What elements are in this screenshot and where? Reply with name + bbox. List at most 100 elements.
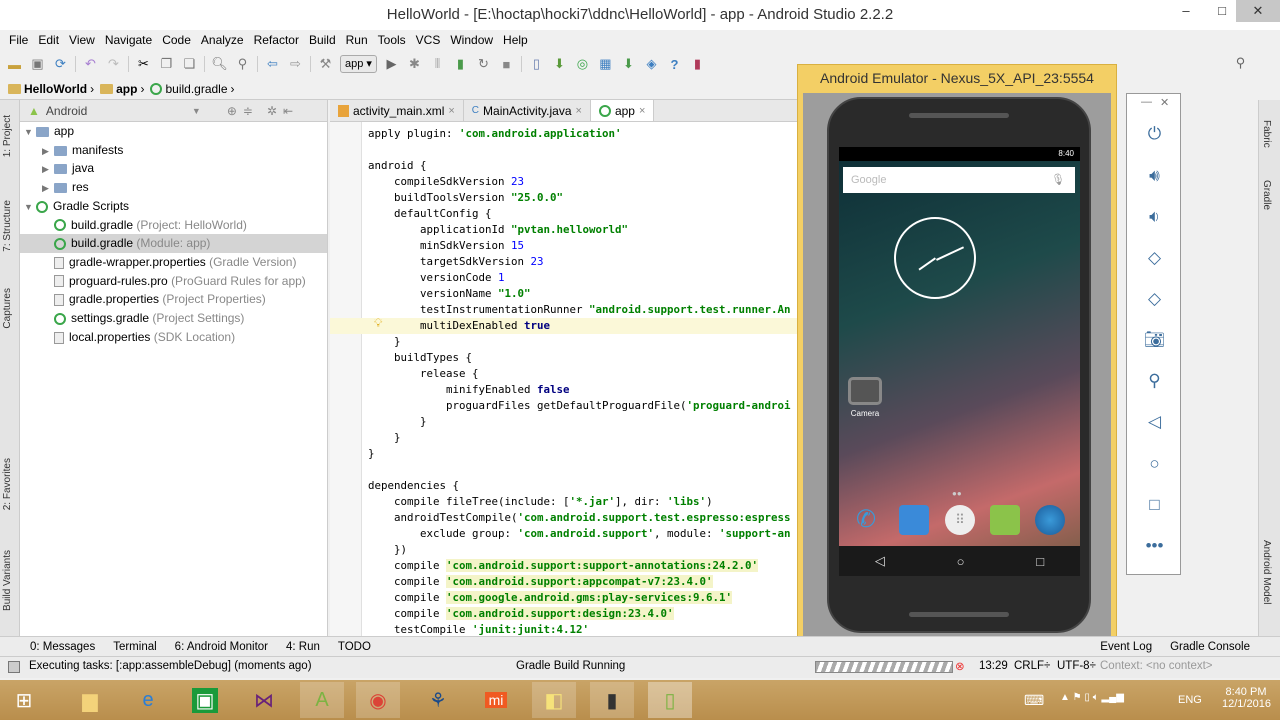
stop-icon[interactable]: ■ (498, 56, 515, 73)
internet-explorer-icon[interactable]: e (126, 682, 170, 718)
menu-analyze[interactable]: Analyze (196, 30, 249, 50)
tab-run[interactable]: 4: Run (286, 641, 320, 653)
menu-edit[interactable]: Edit (33, 30, 64, 50)
minimize-emulator-icon[interactable]: — (1141, 96, 1152, 108)
tree-item[interactable]: ▶ manifests (20, 141, 327, 160)
tree-item[interactable]: gradle-wrapper.properties (Gradle Versio… (20, 253, 327, 272)
camtasia-icon[interactable]: ▮ (590, 682, 634, 718)
attach-debugger-icon[interactable]: ⫴ (429, 56, 446, 73)
rotate-left-icon[interactable]: ◇ (1127, 248, 1182, 268)
tree-item[interactable]: ▶ java (20, 159, 327, 178)
volume-up-icon[interactable]: 🔊︎ (1127, 166, 1182, 186)
debug-icon[interactable]: ✱ (406, 56, 423, 73)
menu-build[interactable]: Build (304, 30, 341, 50)
fabric-icon[interactable]: ◈ (643, 56, 660, 73)
hide-panel-icon[interactable]: ⇤ (283, 104, 293, 118)
keyboard-icon[interactable]: ⌨ (1024, 692, 1044, 709)
expanded-arrow-icon[interactable]: ▼ (24, 198, 36, 217)
maximize-button[interactable]: □ (1208, 0, 1236, 22)
emulator-taskbar-icon[interactable]: ▯ (648, 682, 692, 718)
background-task-label[interactable]: Gradle Build Running (516, 660, 625, 672)
tab-favorites[interactable]: 2: Favorites (2, 458, 13, 510)
tab-terminal[interactable]: Terminal (113, 641, 156, 653)
tab-messages[interactable]: 0: Messages (30, 641, 95, 653)
tab-android-model[interactable]: Android Model (1261, 540, 1272, 604)
forward-icon[interactable]: ⇨ (287, 56, 304, 73)
tree-item[interactable]: ▼ app (20, 122, 327, 141)
language-indicator[interactable]: ENG (1178, 694, 1202, 706)
copy-icon[interactable]: ❐ (158, 56, 175, 73)
phone-screen[interactable]: 8:40 Google 🎙︎ Camera ●● ✆ ⠿ ◁ ○ □ (839, 147, 1080, 576)
menu-tools[interactable]: Tools (373, 30, 411, 50)
run-icon[interactable]: ▶ (383, 56, 400, 73)
close-tab-icon[interactable]: × (639, 105, 645, 117)
menu-navigate[interactable]: Navigate (100, 30, 157, 50)
camera-app[interactable]: Camera (847, 377, 883, 418)
google-search-bar[interactable]: Google 🎙︎ (843, 167, 1075, 193)
tab-todo[interactable]: TODO (338, 641, 371, 653)
tab-build-variants[interactable]: Build Variants (2, 550, 13, 611)
sticky-notes-icon[interactable]: ◧ (532, 682, 576, 718)
mi-icon[interactable]: mi (474, 682, 518, 718)
tab-android-monitor[interactable]: 6: Android Monitor (175, 641, 268, 653)
app-drawer-icon[interactable]: ⠿ (945, 505, 975, 535)
file-explorer-icon[interactable]: ▆ (68, 682, 112, 718)
power-icon[interactable]: ⏻ (1127, 124, 1182, 144)
editor-tab[interactable]: app × (590, 100, 655, 121)
recents-icon[interactable]: □ (1036, 554, 1044, 569)
save-icon[interactable]: ▣ (29, 56, 46, 73)
sync-icon[interactable]: ⟳ (52, 56, 69, 73)
lightbulb-icon[interactable]: 💡︎ (374, 316, 382, 331)
back-icon[interactable]: ⇦ (264, 56, 281, 73)
replace-icon[interactable]: ⚲ (234, 56, 251, 73)
redo-icon[interactable]: ↷ (105, 56, 122, 73)
breadcrumb-project[interactable]: HelloWorld › (8, 82, 94, 96)
menu-vcs[interactable]: VCS (411, 30, 446, 50)
project-view-select[interactable]: Android (46, 104, 186, 118)
tab-structure[interactable]: 7: Structure (2, 200, 13, 252)
device-icon[interactable]: ▮ (689, 56, 706, 73)
menu-file[interactable]: File (4, 30, 33, 50)
tab-gradle[interactable]: Gradle (1261, 180, 1272, 210)
editor-tab[interactable]: C MainActivity.java × (464, 100, 591, 121)
android-studio-icon[interactable]: A (300, 682, 344, 718)
tree-item[interactable]: ▼ Gradle Scripts (20, 197, 327, 216)
menu-refactor[interactable]: Refactor (249, 30, 304, 50)
cut-icon[interactable]: ✂ (135, 56, 152, 73)
home-icon[interactable]: ○ (957, 554, 965, 569)
collapsed-arrow-icon[interactable]: ▶ (42, 179, 54, 198)
project-structure-icon[interactable]: ▦ (597, 56, 614, 73)
clock[interactable]: 8:40 PM 12/1/2016 (1222, 686, 1271, 710)
menu-run[interactable]: Run (341, 30, 373, 50)
paste-icon[interactable]: ❏ (181, 56, 198, 73)
tree-item[interactable]: ▶ res (20, 178, 327, 197)
collapsed-arrow-icon[interactable]: ▶ (42, 142, 54, 161)
tree-item[interactable]: settings.gradle (Project Settings) (20, 309, 327, 328)
tab-fabric[interactable]: Fabric (1261, 120, 1272, 148)
volume-down-icon[interactable]: 🔉︎ (1127, 207, 1182, 227)
expanded-arrow-icon[interactable]: ▼ (24, 123, 36, 142)
sdk-manager-icon[interactable]: ⬇ (551, 56, 568, 73)
menu-help[interactable]: Help (498, 30, 533, 50)
tab-event-log[interactable]: Event Log (1100, 641, 1152, 653)
menu-window[interactable]: Window (445, 30, 498, 50)
more-icon[interactable]: ••• (1127, 536, 1182, 556)
back-icon[interactable]: ◁ (1127, 412, 1182, 432)
run-config-select[interactable]: app ▾ (340, 55, 377, 73)
android-device-monitor-icon[interactable]: ⬇ (620, 56, 637, 73)
close-tab-icon[interactable]: × (448, 105, 454, 117)
contacts-app-icon[interactable] (899, 505, 929, 535)
avd-manager-icon[interactable]: ▯ (528, 56, 545, 73)
undo-icon[interactable]: ↶ (82, 56, 99, 73)
apply-changes-icon[interactable]: ▮ (452, 56, 469, 73)
tree-item[interactable]: build.gradle (Module: app) (20, 234, 327, 254)
close-tab-icon[interactable]: × (576, 105, 582, 117)
find-icon[interactable]: 🔍︎ (211, 56, 228, 73)
messaging-app-icon[interactable] (990, 505, 1020, 535)
minimize-button[interactable]: – (1172, 0, 1200, 22)
mic-icon[interactable]: 🎙︎ (1051, 167, 1065, 193)
rerun-icon[interactable]: ↻ (475, 56, 492, 73)
tree-item[interactable]: local.properties (SDK Location) (20, 328, 327, 347)
cancel-task-icon[interactable]: ⊗ (955, 659, 965, 673)
caret-position[interactable]: 13:29 (979, 660, 1008, 672)
